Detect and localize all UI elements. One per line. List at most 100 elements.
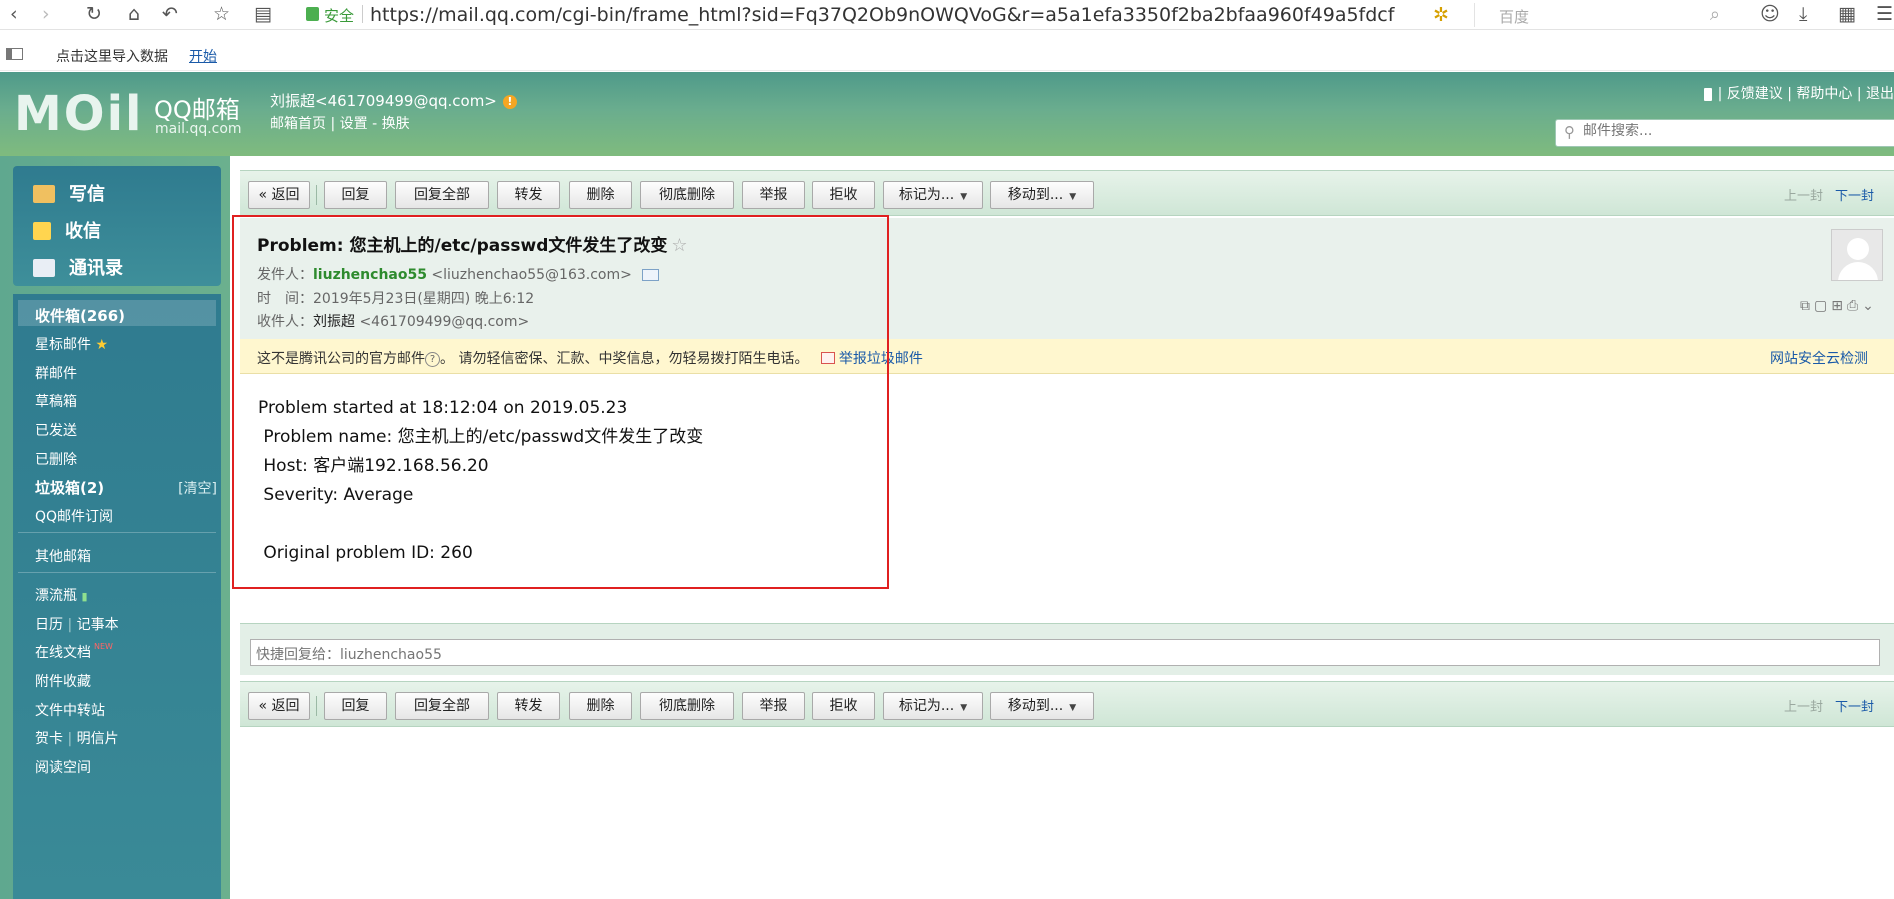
- action-panel: 写信 收信 通讯录: [13, 166, 221, 286]
- reject-button[interactable]: 拒收: [812, 181, 875, 209]
- help-icon[interactable]: ?: [425, 352, 440, 367]
- user-links[interactable]: 邮箱首页 | 设置 - 换肤: [270, 113, 410, 133]
- new-window-icon[interactable]: ⧉: [1800, 298, 1814, 314]
- recipient-row: 收件人：刘振超 <461709499@qq.com>: [257, 311, 529, 331]
- compose-action[interactable]: 写信: [33, 180, 105, 210]
- notes-link[interactable]: 记事本: [77, 617, 119, 633]
- online-docs[interactable]: 在线文档 NEW: [35, 642, 113, 662]
- forward-button[interactable]: 转发: [497, 181, 560, 209]
- sidebar-toggle-icon[interactable]: [6, 48, 23, 60]
- mail-search[interactable]: ⚲: [1555, 119, 1894, 147]
- delete-button[interactable]: 删除: [569, 181, 632, 209]
- top-links-text[interactable]: | 反馈建议 | 帮助中心 | 退出: [1718, 86, 1894, 102]
- apps-grid-icon[interactable]: ▦: [1838, 3, 1856, 25]
- import-start-link[interactable]: 开始: [189, 46, 217, 66]
- mark-as-label: 标记为...: [898, 698, 955, 714]
- postcards-link[interactable]: 明信片: [77, 731, 119, 747]
- url-text[interactable]: https://mail.qq.com/cgi-bin/frame_html?s…: [370, 4, 1394, 26]
- sender-name[interactable]: liuzhenchao55: [313, 267, 427, 283]
- download-mail-icon[interactable]: ⊞: [1831, 298, 1847, 314]
- top-links[interactable]: | 反馈建议 | 帮助中心 | 退出: [1703, 83, 1894, 103]
- star-icon[interactable]: ☆: [671, 235, 687, 256]
- folder-sent[interactable]: 已发送: [35, 420, 77, 440]
- extension-bee-icon[interactable]: ✲: [1433, 4, 1449, 26]
- warning-text: 这不是腾讯公司的官方邮件: [257, 351, 425, 367]
- bottle-icon: ▮: [81, 590, 88, 603]
- folder-deleted[interactable]: 已删除: [35, 449, 77, 469]
- bookmark-star-icon[interactable]: ☆: [213, 3, 230, 25]
- reply-button[interactable]: 回复: [324, 692, 387, 720]
- move-to-dropdown[interactable]: 移动到... ▼: [990, 692, 1094, 720]
- vcard-icon[interactable]: [641, 269, 659, 281]
- forward-button[interactable]: 转发: [497, 692, 560, 720]
- spam-clear-link[interactable]: [清空]: [178, 478, 217, 498]
- mark-as-dropdown[interactable]: 标记为... ▼: [883, 692, 983, 720]
- cloud-check-link[interactable]: 网站安全云检测: [1770, 348, 1868, 368]
- folder-subscriptions[interactable]: QQ邮件订阅: [35, 506, 113, 526]
- download-icon[interactable]: ⤓: [1799, 3, 1807, 25]
- back-button[interactable]: « 返回: [248, 181, 310, 209]
- check-mail-label: 收信: [65, 221, 101, 242]
- folder-starred[interactable]: 星标邮件 ★: [35, 334, 108, 354]
- forward-icon[interactable]: ›: [42, 3, 50, 25]
- logo-domain: mail.qq.com: [155, 121, 242, 137]
- report-button[interactable]: 举报: [742, 181, 805, 209]
- delete-forever-button[interactable]: 彻底删除: [640, 181, 734, 209]
- phone-icon[interactable]: [1703, 87, 1712, 101]
- reply-button[interactable]: 回复: [324, 181, 387, 209]
- address-bar[interactable]: 安全 https://mail.qq.com/cgi-bin/frame_htm…: [300, 3, 1442, 27]
- next-mail-link[interactable]: 下一封: [1835, 700, 1874, 715]
- file-transfer[interactable]: 文件中转站: [35, 700, 105, 720]
- print-icon[interactable]: ⎙: [1847, 298, 1862, 314]
- folder-spam[interactable]: 垃圾箱(2): [35, 477, 104, 498]
- reply-all-button[interactable]: 回复全部: [395, 692, 489, 720]
- menu-icon[interactable]: ☰: [1876, 3, 1893, 25]
- folder-drafts[interactable]: 草稿箱: [35, 391, 77, 411]
- chevron-down-icon: ▼: [960, 192, 968, 202]
- compose-icon: [33, 185, 55, 203]
- home-icon[interactable]: ⌂: [128, 3, 140, 25]
- prev-mail-link[interactable]: 上一封: [1784, 700, 1823, 715]
- browser-search-input[interactable]: 百度 ⌕: [1474, 3, 1730, 27]
- delete-button[interactable]: 删除: [569, 692, 632, 720]
- folder-group[interactable]: 群邮件: [35, 363, 77, 383]
- back-icon[interactable]: ‹: [10, 3, 18, 25]
- calendar-notes-row: 日历 | 记事本: [35, 614, 119, 634]
- quick-reply-area: [240, 623, 1894, 675]
- reply-all-button[interactable]: 回复全部: [395, 181, 489, 209]
- mail-subject: Problem: 您主机上的/etc/passwd文件发生了改变 ☆: [257, 231, 688, 256]
- calendar-link[interactable]: 日历: [35, 617, 63, 633]
- folder-other[interactable]: 其他邮箱: [35, 546, 91, 566]
- reject-button[interactable]: 拒收: [812, 692, 875, 720]
- reader-icon[interactable]: ▤: [254, 3, 272, 25]
- reading-space[interactable]: 阅读空间: [35, 757, 91, 777]
- report-button[interactable]: 举报: [742, 692, 805, 720]
- prev-mail-link[interactable]: 上一封: [1784, 189, 1823, 204]
- online-docs-label: 在线文档: [35, 645, 91, 661]
- refresh-icon[interactable]: ↻: [86, 3, 102, 25]
- user-icon[interactable]: ☺: [1760, 3, 1780, 25]
- move-to-dropdown[interactable]: 移动到... ▼: [990, 181, 1094, 209]
- back-button[interactable]: « 返回: [248, 692, 310, 720]
- warning-icon[interactable]: !: [502, 94, 517, 109]
- undo-icon[interactable]: ↶: [162, 3, 178, 25]
- folder-inbox[interactable]: 收件箱(266): [35, 305, 125, 326]
- report-spam-link[interactable]: 举报垃圾邮件: [820, 351, 923, 367]
- delete-forever-button[interactable]: 彻底删除: [640, 692, 734, 720]
- contacts-action[interactable]: 通讯录: [33, 254, 123, 284]
- qq-mail-logo[interactable]: MOil QQ邮箱 mail.qq.com: [14, 86, 244, 142]
- greeting-cards-link[interactable]: 贺卡: [35, 731, 63, 747]
- recipient-name[interactable]: 刘振超: [313, 314, 355, 330]
- view-source-icon[interactable]: ▢: [1814, 298, 1831, 314]
- mail-search-input[interactable]: [1583, 123, 1883, 139]
- next-mail-link[interactable]: 下一封: [1835, 189, 1874, 204]
- attachment-favorites[interactable]: 附件收藏: [35, 671, 91, 691]
- check-mail-action[interactable]: 收信: [33, 217, 101, 247]
- mail-time: 2019年5月23日(星期四) 晚上6:12: [313, 291, 535, 307]
- mark-as-dropdown[interactable]: 标记为... ▼: [883, 181, 983, 209]
- expand-icon[interactable]: ⌄: [1862, 298, 1878, 314]
- quick-reply-input[interactable]: [250, 639, 1880, 666]
- drift-bottle[interactable]: 漂流瓶 ▮: [35, 585, 88, 605]
- sender-avatar: [1831, 229, 1883, 281]
- search-icon[interactable]: ⌕: [1710, 4, 1720, 25]
